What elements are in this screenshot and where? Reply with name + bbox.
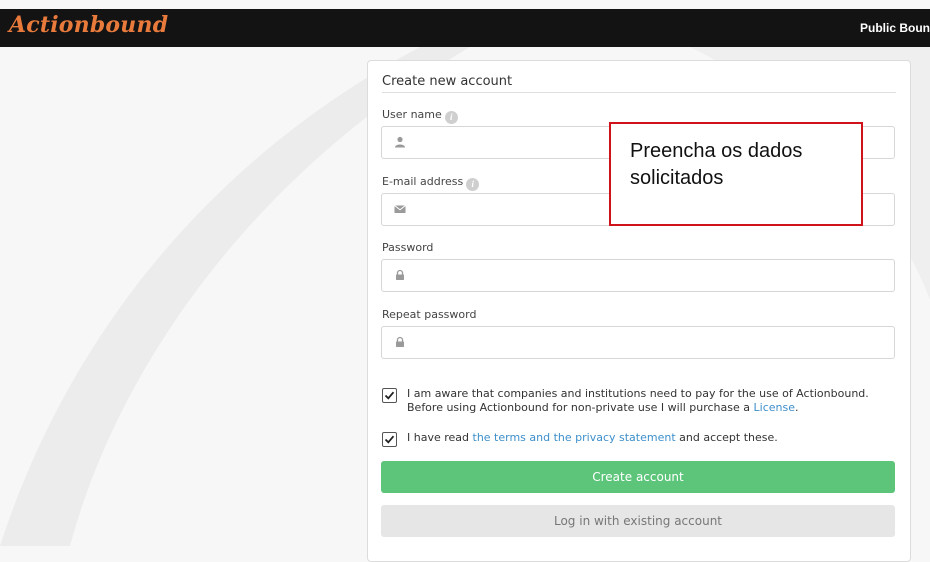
lock-icon [396, 269, 404, 280]
terms-checkbox[interactable] [382, 432, 397, 447]
lock-icon [396, 336, 404, 347]
info-icon[interactable]: i [466, 178, 480, 191]
license-consent-text: I am aware that companies and institutio… [407, 387, 869, 414]
password-input[interactable] [416, 260, 890, 293]
password-label: Password [382, 241, 434, 254]
repeat-password-field[interactable] [381, 326, 895, 360]
username-label: User name i [382, 108, 458, 124]
nav-link-public-bounds[interactable]: Public Boun [860, 21, 930, 35]
instruction-callout: Preencha os dados solicitados [609, 122, 863, 226]
repeat-password-label: Repeat password [382, 308, 477, 321]
user-icon [395, 136, 405, 148]
envelope-icon [394, 205, 406, 213]
callout-text: Preencha os dados solicitados [630, 140, 803, 189]
title-divider [382, 92, 896, 93]
info-icon[interactable]: i [444, 111, 458, 124]
top-navigation-bar: Actionbound Public Boun [0, 9, 930, 47]
terms-privacy-link[interactable]: the terms and the privacy statement [473, 431, 676, 444]
license-checkbox[interactable] [382, 388, 397, 403]
email-label: E-mail address i [382, 175, 480, 191]
password-field[interactable] [381, 259, 895, 293]
checkmark-icon [384, 391, 395, 400]
license-link[interactable]: License [754, 401, 795, 414]
checkmark-icon [384, 435, 395, 444]
license-consent: I am aware that companies and institutio… [382, 387, 897, 418]
repeat-password-input[interactable] [416, 327, 890, 360]
login-existing-account-button[interactable]: Log in with existing account [381, 505, 895, 537]
terms-consent: I have read the terms and the privacy st… [382, 431, 897, 448]
panel-title: Create new account [382, 74, 513, 89]
terms-consent-text: I have read the terms and the privacy st… [407, 431, 778, 444]
actionbound-logo[interactable]: Actionbound [9, 12, 168, 38]
create-account-button[interactable]: Create account [381, 461, 895, 493]
